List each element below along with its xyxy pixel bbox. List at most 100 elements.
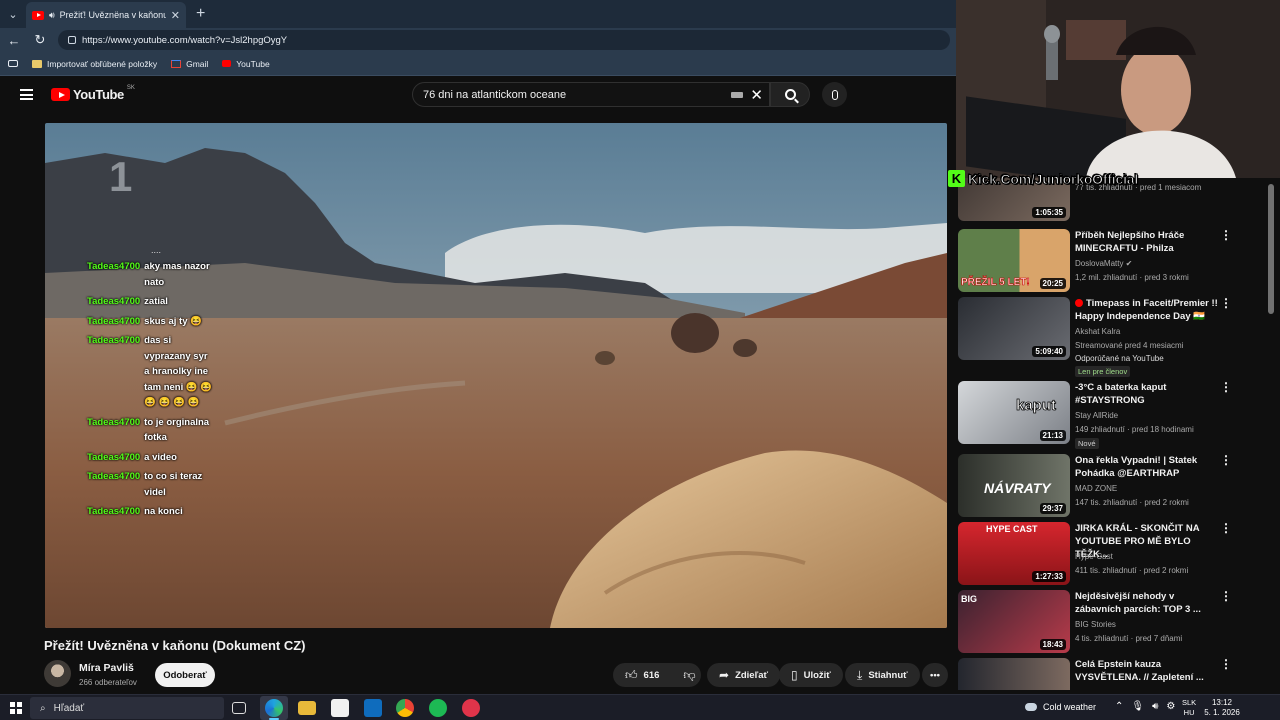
search-input[interactable]: 76 dni na atlantickom oceane ✕: [412, 82, 770, 107]
back-icon[interactable]: ←: [6, 33, 22, 48]
more-options-icon[interactable]: ⋮: [1220, 297, 1232, 309]
recommendation-item[interactable]: kaput 21:13 -3°C a baterka kaput #STAYST…: [958, 381, 1270, 449]
edge-icon[interactable]: [265, 699, 283, 717]
chat-message: Tadeas4700 das si vyprazany syr a hranolk…: [87, 333, 227, 411]
outlook-icon[interactable]: [364, 699, 382, 717]
channel-name[interactable]: DoslovaMatty ✔: [1075, 259, 1132, 268]
dislike-icon[interactable]: 👎︎: [683, 668, 695, 683]
taskbar-search-placeholder: Hľadať: [53, 702, 85, 714]
duration-badge: 1:05:35: [1032, 207, 1066, 218]
bookmark-icon: ▯: [791, 668, 798, 682]
channel-name[interactable]: Stay AllRide: [1075, 411, 1118, 420]
clock-time: 13:12: [1211, 698, 1233, 707]
network-icon[interactable]: ⚙︎: [1166, 701, 1175, 712]
subscribe-button[interactable]: Odoberať: [155, 663, 215, 687]
chevron-up-icon[interactable]: ⌃: [1115, 701, 1123, 712]
store-icon[interactable]: [331, 699, 349, 717]
video-title[interactable]: -3°C a baterka kaput #STAYSTRONG: [1075, 381, 1220, 407]
sidebar-scrollbar[interactable]: [1268, 184, 1274, 314]
more-options-icon[interactable]: ⋮: [1220, 381, 1232, 393]
like-count[interactable]: 616: [644, 670, 660, 681]
favorite-gmail[interactable]: Gmail: [171, 59, 208, 69]
video-meta: 1,2 mil. zhliadnutí · pred 3 rokmi: [1075, 273, 1189, 282]
file-explorer-icon[interactable]: [298, 701, 316, 715]
video-thumbnail[interactable]: [958, 658, 1070, 690]
video-thumbnail[interactable]: 5:09:40: [958, 297, 1070, 360]
channel-name[interactable]: Míra Pavliš: [79, 662, 134, 674]
recommendation-item[interactable]: PŘEŽIL 5 LET! 20:25 Příběh Nejlepšího Hr…: [958, 229, 1270, 293]
voice-search-button[interactable]: [822, 82, 847, 107]
clock[interactable]: 13:12 5. 1. 2026: [1204, 698, 1240, 718]
clear-search-icon[interactable]: ✕: [750, 86, 763, 104]
task-view-icon[interactable]: [232, 702, 246, 714]
more-options-icon[interactable]: ⋮: [1220, 522, 1232, 534]
taskbar-search[interactable]: ⌕ Hľadať: [30, 697, 224, 719]
new-tab-button[interactable]: +: [196, 5, 205, 23]
more-actions-button[interactable]: •••: [922, 663, 948, 687]
chrome-icon[interactable]: [396, 699, 414, 717]
chat-message: Tadeas4700 to je orginalna fotka: [87, 415, 227, 446]
chat-text: a video: [144, 451, 177, 463]
youtube-logo[interactable]: YouTube SK: [51, 85, 135, 102]
favorite-youtube[interactable]: YouTube: [222, 58, 270, 69]
duration-badge: 29:37: [1039, 503, 1066, 514]
save-button[interactable]: ▯ Uložiť: [779, 663, 843, 687]
volume-icon[interactable]: 🔊︎: [1152, 701, 1158, 712]
video-title[interactable]: Nejděsivější nehody v zábavních parcích:…: [1075, 590, 1220, 616]
video-thumbnail[interactable]: NÁVRATY 29:37: [958, 454, 1070, 517]
search-button[interactable]: [770, 82, 810, 107]
chat-text: zatial: [144, 296, 168, 307]
video-thumbnail[interactable]: BIG 18:43: [958, 590, 1070, 653]
microphone-icon[interactable]: 🎙︎: [1131, 701, 1144, 712]
chat-username: Tadeas4700: [87, 416, 141, 428]
video-title[interactable]: Timepass in Faceit/Premier !! Happy Inde…: [1075, 297, 1220, 323]
recommendation-item[interactable]: 5:09:40 Timepass in Faceit/Premier !! Ha…: [958, 297, 1270, 377]
video-title[interactable]: Ona řekla Vypadni! | Statek Pohádka @EAR…: [1075, 454, 1220, 480]
more-options-icon[interactable]: ⋮: [1220, 658, 1232, 670]
recommendation-item[interactable]: Celá Epstein kauza VYSVĚTLENA. // Zaplet…: [958, 658, 1270, 690]
like-icon[interactable]: 👍︎: [625, 668, 638, 683]
download-button[interactable]: ⤓ Stiahnuť: [845, 663, 920, 687]
refresh-icon[interactable]: ↻: [32, 32, 48, 48]
chat-username: Tadeas4700: [87, 471, 141, 482]
channel-avatar[interactable]: [44, 660, 71, 687]
menu-icon[interactable]: [20, 89, 33, 100]
channel-name[interactable]: Akshat Kalra: [1075, 327, 1120, 336]
share-button[interactable]: ➦ Zdieľať: [707, 663, 781, 687]
video-title[interactable]: Příběh Nejlepšího Hráče MINECRAFTU - Phi…: [1075, 229, 1220, 255]
tab-close-icon[interactable]: ✕: [171, 9, 180, 22]
keyboard-icon[interactable]: [731, 92, 743, 98]
favorite-label: YouTube: [236, 58, 270, 69]
more-options-icon[interactable]: ⋮: [1220, 454, 1232, 466]
speaker-icon[interactable]: 🔊︎: [49, 10, 55, 21]
video-title[interactable]: Celá Epstein kauza VYSVĚTLENA. // Zaplet…: [1075, 658, 1220, 684]
spotify-icon[interactable]: [429, 699, 447, 717]
channel-name[interactable]: Hype-Cast: [1075, 552, 1113, 561]
reading-view-icon[interactable]: [8, 60, 18, 67]
video-thumbnail[interactable]: PŘEŽIL 5 LET! 20:25: [958, 229, 1070, 292]
language-indicator[interactable]: SLK HU: [1182, 698, 1196, 718]
recommendation-item[interactable]: HYPE CAST 1:27:33 JIRKA KRÁL - SKONČIT N…: [958, 522, 1270, 586]
recommendation-item[interactable]: NÁVRATY 29:37 Ona řekla Vypadni! | State…: [958, 454, 1270, 518]
channel-name[interactable]: BIG Stories: [1075, 620, 1116, 629]
chat-text: das si vyprazany syr a hranolky ine tam …: [144, 335, 213, 408]
weather-widget[interactable]: Cold weather: [1025, 702, 1096, 712]
favorite-label: Gmail: [186, 58, 209, 69]
youtube-favicon-icon: [32, 10, 44, 20]
more-options-icon[interactable]: ⋮: [1220, 590, 1232, 602]
more-options-icon[interactable]: ⋮: [1220, 229, 1232, 241]
video-title-text: Timepass in Faceit/Premier !! Happy Inde…: [1075, 298, 1218, 322]
tab-actions-icon[interactable]: ⌄: [0, 0, 26, 28]
browser-tab[interactable]: 🔊︎ Prežiť! Uvěznëna v kaňonu (D ✕: [26, 2, 186, 28]
recommendation-item[interactable]: BIG 18:43 Nejděsivější nehody v zábavníc…: [958, 590, 1270, 654]
url-field[interactable]: https://www.youtube.com/watch?v=Jsl2hpgO…: [58, 30, 950, 50]
subscriber-count: 266 odberateľov: [79, 678, 137, 687]
favorite-import[interactable]: Importovať obľúbené položky: [32, 59, 157, 69]
start-button[interactable]: [10, 702, 22, 714]
youtube-header: YouTube SK 76 dni na atlantickom oceane …: [0, 76, 956, 116]
obs-icon[interactable]: [462, 699, 480, 717]
video-thumbnail[interactable]: HYPE CAST 1:27:33: [958, 522, 1070, 585]
channel-name[interactable]: MAD ZONE: [1075, 484, 1117, 493]
video-thumbnail[interactable]: kaput 21:13: [958, 381, 1070, 444]
chat-text: aky mas nazor nato: [144, 261, 210, 288]
